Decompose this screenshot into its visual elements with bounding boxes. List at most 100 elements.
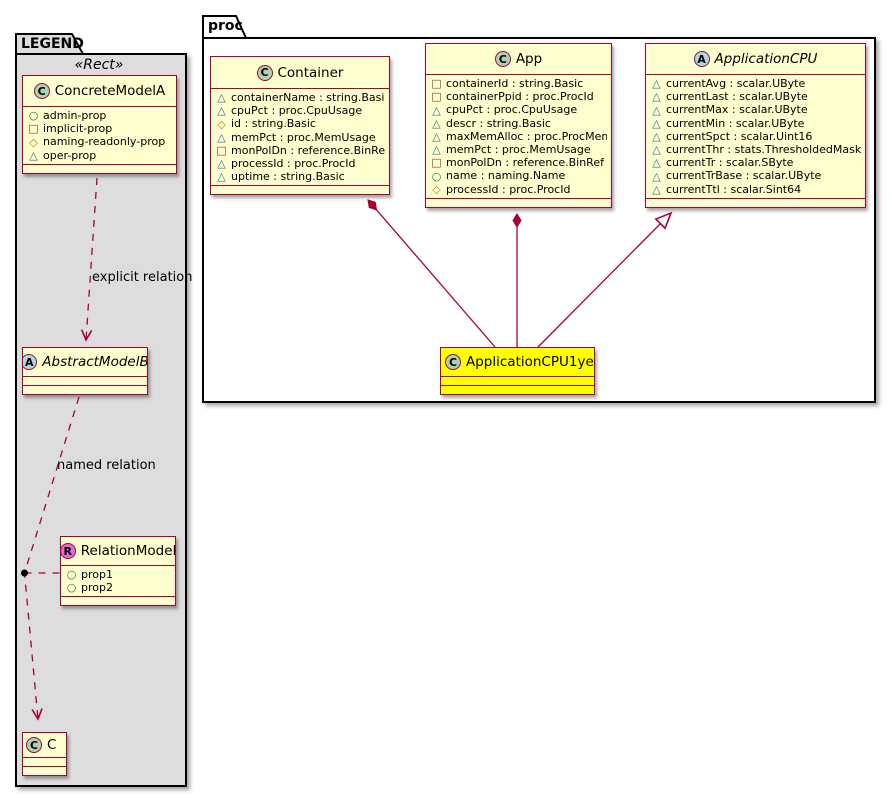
class-container: C Container containerName : string.Basic… bbox=[210, 56, 390, 195]
class-app: C App containerId : string.Basic contain… bbox=[425, 43, 612, 208]
class-name: ApplicationCPU bbox=[715, 51, 818, 67]
methods-compartment bbox=[23, 385, 147, 394]
member-row: cpuPct : proc.CpuUsage bbox=[431, 103, 607, 116]
member-text: cpuPct : proc.CpuUsage bbox=[231, 104, 362, 117]
member-row: uptime : string.Basic bbox=[216, 170, 385, 183]
member-text: containerPpid : proc.ProcId bbox=[446, 90, 594, 103]
legend-stereotype: «Rect» bbox=[15, 57, 183, 73]
member-row: prop1 bbox=[66, 568, 171, 581]
member-text: processId : proc.ProcId bbox=[446, 183, 570, 196]
member-text: processId : proc.ProcId bbox=[231, 157, 355, 170]
member-text: oper-prop bbox=[43, 149, 96, 162]
member-row: admin-prop bbox=[28, 109, 172, 122]
member-text: implicit-prop bbox=[43, 122, 112, 135]
methods-compartment bbox=[23, 164, 176, 173]
member-row: monPolDn : reference.BinRef bbox=[431, 156, 607, 169]
member-row: currentMax : scalar.UByte bbox=[651, 103, 861, 116]
methods-compartment bbox=[646, 198, 865, 207]
member-row: currentTtl : scalar.Sint64 bbox=[651, 183, 861, 196]
triangle-icon bbox=[651, 78, 662, 89]
diamond-icon bbox=[216, 119, 227, 130]
class-name: AbstractModelB bbox=[42, 354, 147, 370]
class-abstractmodelb: A AbstractModelB bbox=[22, 347, 148, 395]
class-name: ApplicationCPU1year bbox=[466, 354, 594, 370]
class-applicationcpu1year: C ApplicationCPU1year bbox=[440, 347, 595, 395]
member-row: currentTrBase : scalar.UByte bbox=[651, 169, 861, 182]
member-text: containerId : string.Basic bbox=[446, 77, 583, 90]
triangle-icon bbox=[651, 118, 662, 129]
member-row: containerId : string.Basic bbox=[431, 77, 607, 90]
uml-diagram-canvas: LEGEND «Rect» C ConcreteModelA admin-pro… bbox=[0, 0, 892, 798]
attributes-compartment bbox=[23, 376, 147, 385]
class-spot-c-icon: C bbox=[26, 737, 42, 753]
member-text: admin-prop bbox=[43, 109, 106, 122]
triangle-icon bbox=[216, 171, 227, 182]
member-text: currentMin : scalar.UByte bbox=[666, 117, 804, 130]
member-text: name : naming.Name bbox=[446, 169, 565, 182]
legend-package-label: LEGEND bbox=[21, 37, 84, 51]
member-row: descr : string.Basic bbox=[431, 117, 607, 130]
diamond-icon bbox=[431, 184, 442, 195]
triangle-icon bbox=[651, 105, 662, 116]
member-row: containerPpid : proc.ProcId bbox=[431, 90, 607, 103]
member-text: naming-readonly-prop bbox=[43, 135, 165, 148]
member-text: prop2 bbox=[81, 581, 113, 594]
member-text: currentTr : scalar.SByte bbox=[666, 156, 793, 169]
methods-compartment bbox=[441, 385, 594, 394]
class-c: C C bbox=[22, 732, 67, 776]
member-text: currentMax : scalar.UByte bbox=[666, 103, 808, 116]
member-row: cpuPct : proc.CpuUsage bbox=[216, 104, 385, 117]
class-spot-c-icon: C bbox=[495, 51, 511, 67]
member-text: monPolDn : reference.BinRef bbox=[446, 156, 604, 169]
member-text: containerName : string.Basic bbox=[231, 91, 385, 104]
member-text: currentTtl : scalar.Sint64 bbox=[666, 183, 801, 196]
class-title: C ApplicationCPU1year bbox=[441, 348, 594, 376]
member-row: memPct : proc.MemUsage bbox=[216, 131, 385, 144]
class-spot-c-icon: C bbox=[445, 354, 461, 370]
member-row: currentAvg : scalar.UByte bbox=[651, 77, 861, 90]
member-row: currentSpct : scalar.Uint16 bbox=[651, 130, 861, 143]
member-row: id : string.Basic bbox=[216, 117, 385, 130]
class-concretemodela: C ConcreteModelA admin-prop implicit-pro… bbox=[22, 75, 177, 174]
attributes-compartment bbox=[441, 376, 594, 385]
member-row: memPct : proc.MemUsage bbox=[431, 143, 607, 156]
member-text: descr : string.Basic bbox=[446, 117, 551, 130]
triangle-icon bbox=[431, 105, 442, 116]
triangle-icon bbox=[431, 144, 442, 155]
class-name: C bbox=[47, 737, 56, 753]
member-row: currentMin : scalar.UByte bbox=[651, 117, 861, 130]
triangle-icon bbox=[651, 91, 662, 102]
member-row: processId : proc.ProcId bbox=[431, 183, 607, 196]
member-row: prop2 bbox=[66, 581, 171, 594]
class-title: A AbstractModelB bbox=[23, 348, 147, 376]
named-relation-label: named relation bbox=[57, 458, 156, 473]
member-row: currentLast : scalar.UByte bbox=[651, 90, 861, 103]
triangle-icon bbox=[651, 171, 662, 182]
member-row: naming-readonly-prop bbox=[28, 135, 172, 148]
class-title: R RelationModel bbox=[61, 537, 175, 565]
square-icon bbox=[431, 157, 442, 168]
member-text: prop1 bbox=[81, 568, 113, 581]
member-text: currentThr : stats.ThresholdedMask bbox=[666, 143, 861, 156]
member-row: name : naming.Name bbox=[431, 169, 607, 182]
member-text: cpuPct : proc.CpuUsage bbox=[446, 103, 577, 116]
class-title: C Container bbox=[211, 57, 389, 88]
class-spot-c-icon: C bbox=[257, 65, 273, 81]
attributes-compartment: containerId : string.Basic containerPpid… bbox=[426, 74, 611, 198]
member-text: currentTrBase : scalar.UByte bbox=[666, 169, 821, 182]
class-title: C C bbox=[23, 733, 66, 757]
methods-compartment bbox=[211, 185, 389, 194]
attributes-compartment: currentAvg : scalar.UByte currentLast : … bbox=[646, 74, 865, 198]
member-row: currentThr : stats.ThresholdedMask bbox=[651, 143, 861, 156]
class-relationmodel: R RelationModel prop1 prop2 bbox=[60, 536, 176, 606]
class-name: RelationModel bbox=[81, 543, 175, 559]
circle-icon bbox=[66, 582, 77, 593]
circle-icon bbox=[66, 569, 77, 580]
triangle-icon bbox=[216, 158, 227, 169]
attributes-compartment: admin-prop implicit-prop naming-readonly… bbox=[23, 106, 176, 164]
triangle-icon bbox=[28, 150, 39, 161]
square-icon bbox=[216, 145, 227, 156]
square-icon bbox=[431, 91, 442, 102]
member-row: currentTr : scalar.SByte bbox=[651, 156, 861, 169]
attributes-compartment bbox=[23, 757, 66, 766]
